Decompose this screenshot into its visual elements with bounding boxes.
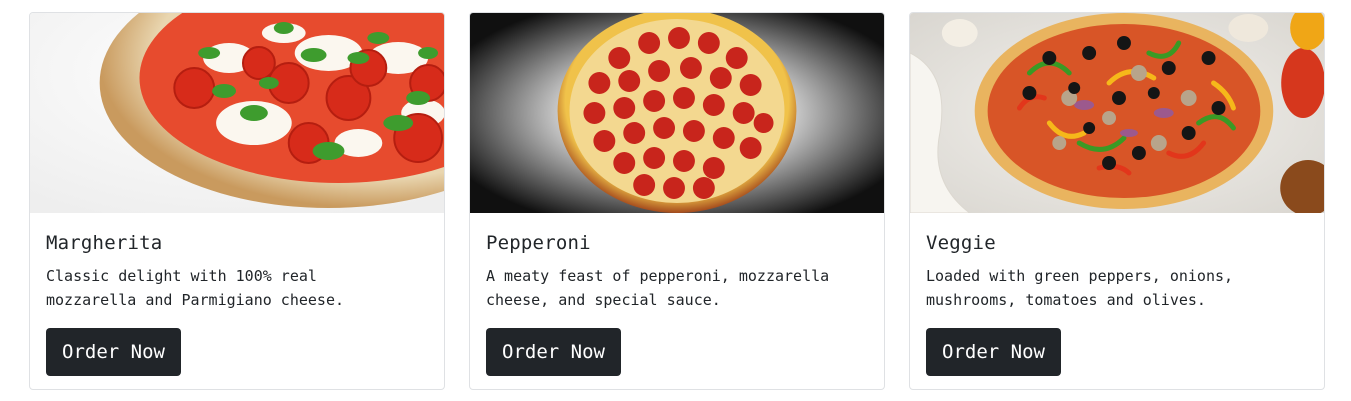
card-body: Margherita Classic delight with 100% rea… (30, 213, 444, 376)
margherita-pizza-image (30, 13, 444, 213)
pizza-description: Loaded with green peppers, onions, mushr… (926, 267, 1234, 309)
pizza-description: A meaty feast of pepperoni, mozzarella c… (486, 267, 830, 309)
pizza-card-margherita: Margherita Classic delight with 100% rea… (29, 12, 445, 390)
pizza-title: Margherita (46, 232, 163, 254)
pizza-title: Veggie (926, 232, 996, 254)
pizza-card-pepperoni: Pepperoni A meaty feast of pepperoni, mo… (469, 12, 885, 390)
pizza-card-veggie: Veggie Loaded with green peppers, onions… (909, 12, 1325, 390)
card-body: Pepperoni A meaty feast of pepperoni, mo… (470, 213, 884, 376)
veggie-pizza-image (910, 13, 1324, 213)
pizza-title: Pepperoni (486, 232, 591, 254)
order-now-button[interactable]: Order Now (926, 328, 1061, 376)
order-now-button[interactable]: Order Now (486, 328, 621, 376)
card-body: Veggie Loaded with green peppers, onions… (910, 213, 1324, 376)
pizza-card-row: Margherita Classic delight with 100% rea… (29, 12, 1325, 390)
order-now-button[interactable]: Order Now (46, 328, 181, 376)
pepperoni-pizza-image (470, 13, 884, 213)
pizza-description: Classic delight with 100% real mozzarell… (46, 267, 345, 309)
